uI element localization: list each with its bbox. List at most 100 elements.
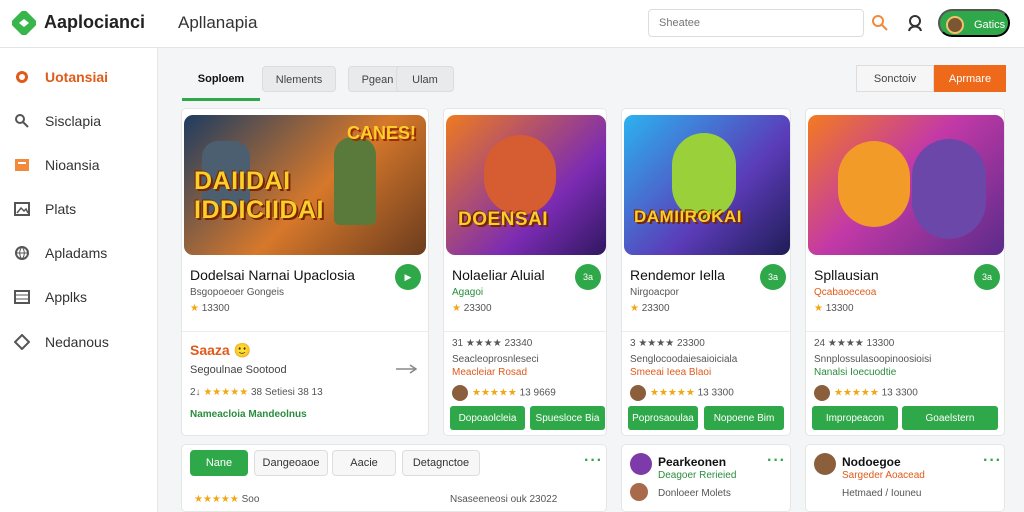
card-action-button[interactable]: 3a [575, 264, 601, 290]
avatar [452, 385, 468, 401]
brand-logo-icon [12, 11, 36, 35]
image-icon [14, 202, 30, 216]
profile-button[interactable]: Gatics [938, 9, 1010, 37]
search-input[interactable] [648, 9, 864, 37]
card-meta: 24 ★★★★ 13300 [814, 338, 895, 349]
download-button[interactable]: Poprosaoulaa [628, 406, 698, 430]
sidebar-item-news[interactable]: Nioansia [0, 149, 158, 181]
sidebar: Uotansiai Sisclapia Nioansia Plats Aplad… [0, 48, 158, 512]
card-meta: Senglocoodaiesaioiciala [630, 354, 738, 365]
sidebar-item-label: Sisclapia [45, 113, 102, 129]
app-card[interactable]: Spllausian Qcabaoeceoa ★ 13300 3a 24 ★★★… [805, 108, 1005, 436]
card-action-button[interactable]: 3a [760, 264, 786, 290]
card-meta: Seacleoprosnleseci [452, 354, 539, 365]
profile-sub: Hetmaed / Iouneu [842, 488, 922, 499]
promo-title: Saaza 🙂 [190, 342, 252, 358]
profile-card[interactable]: Pearkeonen Deagoer Rerieied Donloeer Mol… [621, 444, 791, 512]
install-button[interactable]: Nopoene Bim [704, 406, 784, 430]
game-banner [808, 115, 1004, 255]
more-icon[interactable]: ··· [767, 453, 786, 469]
card-title: Spllausian [814, 267, 879, 283]
app-card[interactable]: DOENSAI Nolaeliar Aluial Agagoi ★ 23300 … [443, 108, 607, 436]
globe-icon [15, 246, 29, 260]
install-button[interactable]: Goaelstern [902, 406, 998, 430]
tab-nlements[interactable]: Nlements [262, 66, 336, 92]
card-rating: ★ 13300 [190, 303, 230, 314]
banner-tag: CANES! [346, 123, 416, 143]
search-icon[interactable] [870, 13, 890, 33]
tab-active-indicator [182, 98, 260, 101]
card-rating: ★ 23300 [630, 303, 670, 314]
profile-title: Nodoegoe [842, 455, 901, 469]
download-button[interactable]: Impropeacon [812, 406, 898, 430]
promo-rating-line: 2↓ ★★★★★ 38 Setiesi 38 13 [190, 387, 323, 398]
bottom-rating: ★★★★★ Soo [194, 494, 260, 505]
profile-sub: Sargeder Aoacead [842, 470, 925, 481]
card-action-button[interactable]: ▶ [395, 264, 421, 290]
user-icon[interactable] [905, 13, 925, 33]
sort-button[interactable]: Sonctoiv [856, 65, 934, 92]
sidebar-item-search[interactable]: Sisclapia [0, 105, 158, 137]
card-meta: Nanalsi Ioecuodtie [814, 367, 897, 378]
app-card[interactable]: CANES! DAIIDAI IDDICIIDAI Dodelsai Narna… [181, 108, 429, 436]
card-subtitle: Nirgoacpor [630, 287, 679, 298]
card-subtitle: Bsgopoeoer Gongeis [190, 287, 284, 298]
share-icon[interactable] [394, 363, 418, 375]
avatar [946, 16, 964, 34]
divider [622, 331, 790, 332]
magnifier-icon [15, 114, 29, 128]
more-icon[interactable]: ··· [584, 453, 603, 469]
card-title: Nolaeliar Aluial [452, 267, 545, 283]
profile-card[interactable]: Nodoegoe Sargeder Aoacead Hetmaed / Ioun… [805, 444, 1005, 512]
card-rating: ★ 23300 [452, 303, 492, 314]
sidebar-item-label: Plats [45, 201, 77, 217]
sidebar-item-nedanous[interactable]: Nedanous [0, 326, 158, 358]
diamond-icon [14, 334, 30, 350]
sidebar-item-label: Nioansia [45, 157, 100, 173]
card-title: Rendemor Iella [630, 267, 725, 283]
primary-action-button[interactable]: Aprmare [934, 65, 1006, 92]
card-subtitle: Qcabaoeceoa [814, 287, 877, 298]
tab-soploem[interactable]: Soploem [182, 66, 260, 92]
sidebar-item-plats[interactable]: Plats [0, 193, 158, 225]
sidebar-item-label: Apladams [45, 245, 108, 261]
more-icon[interactable]: ··· [983, 453, 1002, 469]
banner-title: DAMIIROKAI [634, 207, 742, 226]
sidebar-item-explore[interactable]: Uotansiai [0, 61, 158, 93]
chat-icon [15, 159, 29, 171]
toolbar-actions: Sonctoiv Aprmare [856, 65, 1006, 92]
game-banner: DOENSAI [446, 115, 606, 255]
card-meta: Meacleiar Rosad [452, 367, 528, 378]
sidebar-item-apps[interactable]: Apladams [0, 237, 158, 269]
filter-pill-nane[interactable]: Nane [190, 450, 248, 476]
sidebar-item-label: Uotansiai [45, 69, 109, 85]
grid-icon [14, 290, 30, 304]
divider [806, 331, 1004, 332]
filter-pill-dangeoaoe[interactable]: Dangeoaoe [254, 450, 328, 476]
banner-title: DAIIDAI IDDICIIDAI [194, 167, 324, 224]
app-card[interactable]: DAMIIROKAI Rendemor Iella Nirgoacpor ★ 2… [621, 108, 791, 436]
compass-icon [16, 71, 28, 83]
divider [444, 331, 606, 332]
tab-ulam[interactable]: Ulam [396, 66, 454, 92]
banner-title: DOENSAI [458, 209, 549, 230]
install-button[interactable]: Spuesloce Bia [530, 406, 605, 430]
download-button[interactable]: Dopoaolcleia [450, 406, 525, 430]
card-rating: ★ 13300 [814, 303, 854, 314]
review-row: ★★★★★ 13 3300 [814, 385, 918, 401]
brand-name: Aaplocianci [44, 12, 146, 32]
filter-pill-aacie[interactable]: Aacie [332, 450, 396, 476]
avatar [630, 453, 652, 475]
avatar [814, 385, 830, 401]
sidebar-item-applks[interactable]: Applks [0, 281, 158, 313]
card-title: Dodelsai Narnai Upaclosia [190, 267, 355, 283]
card-meta: Snnplossulasoopinoosioisi [814, 354, 932, 365]
review-row: ★★★★★ 13 9669 [452, 385, 556, 401]
filter-pill-detagnctoe[interactable]: Detagnctoe [402, 450, 480, 476]
card-action-button[interactable]: 3a [974, 264, 1000, 290]
sidebar-item-label: Applks [45, 289, 88, 305]
profile-sub: Donloeer Molets [658, 488, 731, 499]
profile-label: Gatics [974, 19, 1006, 31]
promo-link[interactable]: Nameacloia Mandeolnus [190, 409, 307, 420]
profile-title: Pearkeonen [658, 455, 727, 469]
